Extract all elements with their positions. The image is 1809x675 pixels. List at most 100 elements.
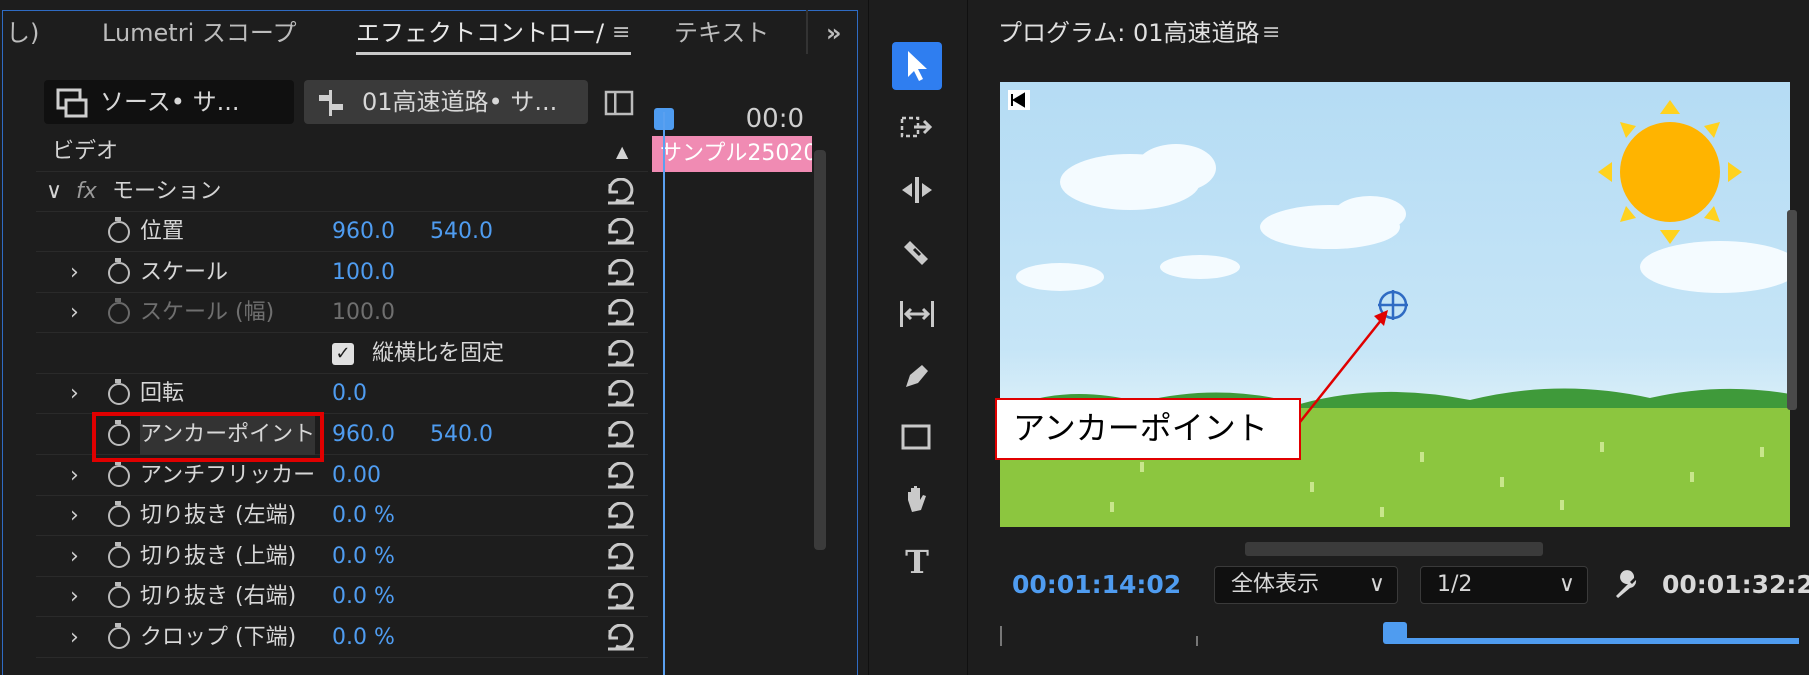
monitor-mini-timeline[interactable] [1395,638,1799,644]
reset-icon[interactable] [604,178,638,206]
selection-tool-icon[interactable] [892,42,942,90]
chevron-right-icon[interactable]: › [70,618,79,658]
chevron-right-icon[interactable]: › [70,456,79,496]
property-row[interactable]: ✓ 縦横比を固定 [36,334,648,374]
property-row[interactable]: 位置 960.0 540.0 [36,212,648,252]
property-row[interactable]: › 切り抜き (上端) 0.0 % [36,537,648,577]
fit-select-value: 全体表示 [1231,572,1320,597]
chevron-right-icon[interactable]: › [70,537,79,577]
monitor-hscroll[interactable] [1245,542,1543,556]
property-label: 切り抜き (左端) [140,503,297,529]
stopwatch-icon[interactable] [108,501,130,528]
stopwatch-icon[interactable] [108,460,130,487]
property-value[interactable]: 960.0 [332,212,395,252]
video-section-header[interactable]: ビデオ ▲ [36,132,648,172]
stopwatch-icon[interactable] [108,582,130,609]
property-row[interactable]: › 切り抜き (左端) 0.0 % [36,496,648,537]
ruler-tick [1196,636,1198,646]
razor-tool-icon[interactable] [892,228,942,276]
stopwatch-icon[interactable] [108,217,130,243]
program-monitor-title: プログラム: 01高速道路 [998,19,1260,47]
sequence-clip-button[interactable]: 01高速道路• サ... [304,80,588,124]
reset-icon[interactable] [604,461,638,490]
fit-select[interactable]: 全体表示 ∨ [1214,566,1398,604]
property-value[interactable]: 960.0 [332,415,395,455]
track-select-tool-icon[interactable] [892,104,942,152]
tab-text[interactable]: テキスト [674,14,769,54]
property-value[interactable]: 0.0 % [332,618,395,658]
anchor-point-callout: アンカーポイント [995,398,1301,460]
stopwatch-icon[interactable] [108,541,130,568]
property-value[interactable]: 0.0 % [332,496,395,536]
motion-effect-row[interactable]: ∨ fx モーション [36,172,648,212]
tab-lumetri-scopes[interactable]: Lumetri スコープ [102,14,296,54]
property-label: クロップ (下端) [140,625,297,650]
ripple-edit-tool-icon[interactable] [892,166,942,214]
monitor-playhead[interactable] [1383,622,1407,644]
property-value[interactable]: 0.0 % [332,537,395,577]
duration-timecode: 00:01:32:28 [1662,570,1809,599]
reset-icon[interactable] [604,380,638,408]
property-row[interactable]: › スケール 100.0 [36,253,648,293]
property-value[interactable]: 100.0 [332,293,395,333]
reset-icon[interactable] [604,421,638,449]
property-label: 切り抜き (右端) [140,584,297,610]
reset-icon[interactable] [604,339,638,368]
fx-icon[interactable]: fx [76,172,97,212]
collapse-icon[interactable]: ▲ [616,132,628,172]
property-value[interactable]: 0.0 [332,374,367,414]
chevron-right-icon[interactable]: › [70,293,79,333]
slip-tool-icon[interactable] [892,290,942,338]
panel-toggle-icon[interactable] [604,90,634,116]
vertical-scrollbar[interactable] [814,150,826,550]
property-value[interactable]: 100.0 [332,253,395,293]
checkbox-checked-icon[interactable]: ✓ [332,342,354,365]
tab-prev[interactable]: し) [6,14,39,54]
panel-menu-icon[interactable]: ≡ [612,20,630,45]
tab-overflow-button[interactable]: » [826,14,842,54]
chevron-down-icon[interactable]: ∨ [46,172,62,212]
monitor-vscroll[interactable] [1787,210,1797,410]
wrench-icon[interactable] [1612,570,1642,600]
hand-tool-icon[interactable] [892,476,942,524]
property-row[interactable]: › クロップ (下端) 0.0 % [36,618,648,658]
monitor-menu-icon[interactable]: ≡ [1262,20,1280,45]
property-row[interactable]: › 回転 0.0 [36,374,648,415]
type-tool-icon[interactable]: T [892,538,942,586]
chevron-down-icon: ∨ [1558,572,1575,597]
source-clip-icon [56,88,88,118]
property-row[interactable]: › 切り抜き (右端) 0.0 % [36,577,648,618]
current-timecode[interactable]: 00:01:14:02 [1012,568,1181,602]
playhead-line [663,112,665,675]
stopwatch-icon[interactable] [108,298,130,325]
callout-arrow [1299,310,1388,423]
reset-icon[interactable] [604,299,638,327]
resolution-select[interactable]: 1/2 ∨ [1420,566,1588,604]
property-value[interactable]: 0.00 [332,456,381,496]
clip-bar[interactable]: サンプル25020 [652,136,812,172]
property-value[interactable]: 540.0 [430,212,493,252]
stopwatch-icon[interactable] [108,623,130,649]
reset-icon[interactable] [604,258,638,287]
stopwatch-icon[interactable] [108,379,130,406]
chevron-right-icon[interactable]: › [70,253,79,293]
reset-icon[interactable] [604,542,638,571]
property-row[interactable]: › スケール (幅) 100.0 [36,293,648,334]
property-value[interactable]: 0.0 % [332,577,395,617]
reset-icon[interactable] [604,583,638,611]
chevron-right-icon[interactable]: › [70,577,79,617]
chevron-right-icon[interactable]: › [70,496,79,536]
tab-divider [806,10,808,54]
reset-icon[interactable] [604,502,638,530]
reset-icon[interactable] [604,218,638,246]
chevron-down-icon: ∨ [1368,572,1385,597]
pen-tool-icon[interactable] [892,352,942,400]
resolution-select-value: 1/2 [1437,572,1473,597]
stopwatch-icon[interactable] [108,257,130,284]
reset-icon[interactable] [604,624,638,652]
chevron-right-icon[interactable]: › [70,374,79,414]
property-label: スケール (幅) [140,300,275,326]
tab-effect-controls[interactable]: エフェクトコントロー/ [356,14,604,54]
rectangle-tool-icon[interactable] [892,414,942,462]
property-value[interactable]: 540.0 [430,415,493,455]
